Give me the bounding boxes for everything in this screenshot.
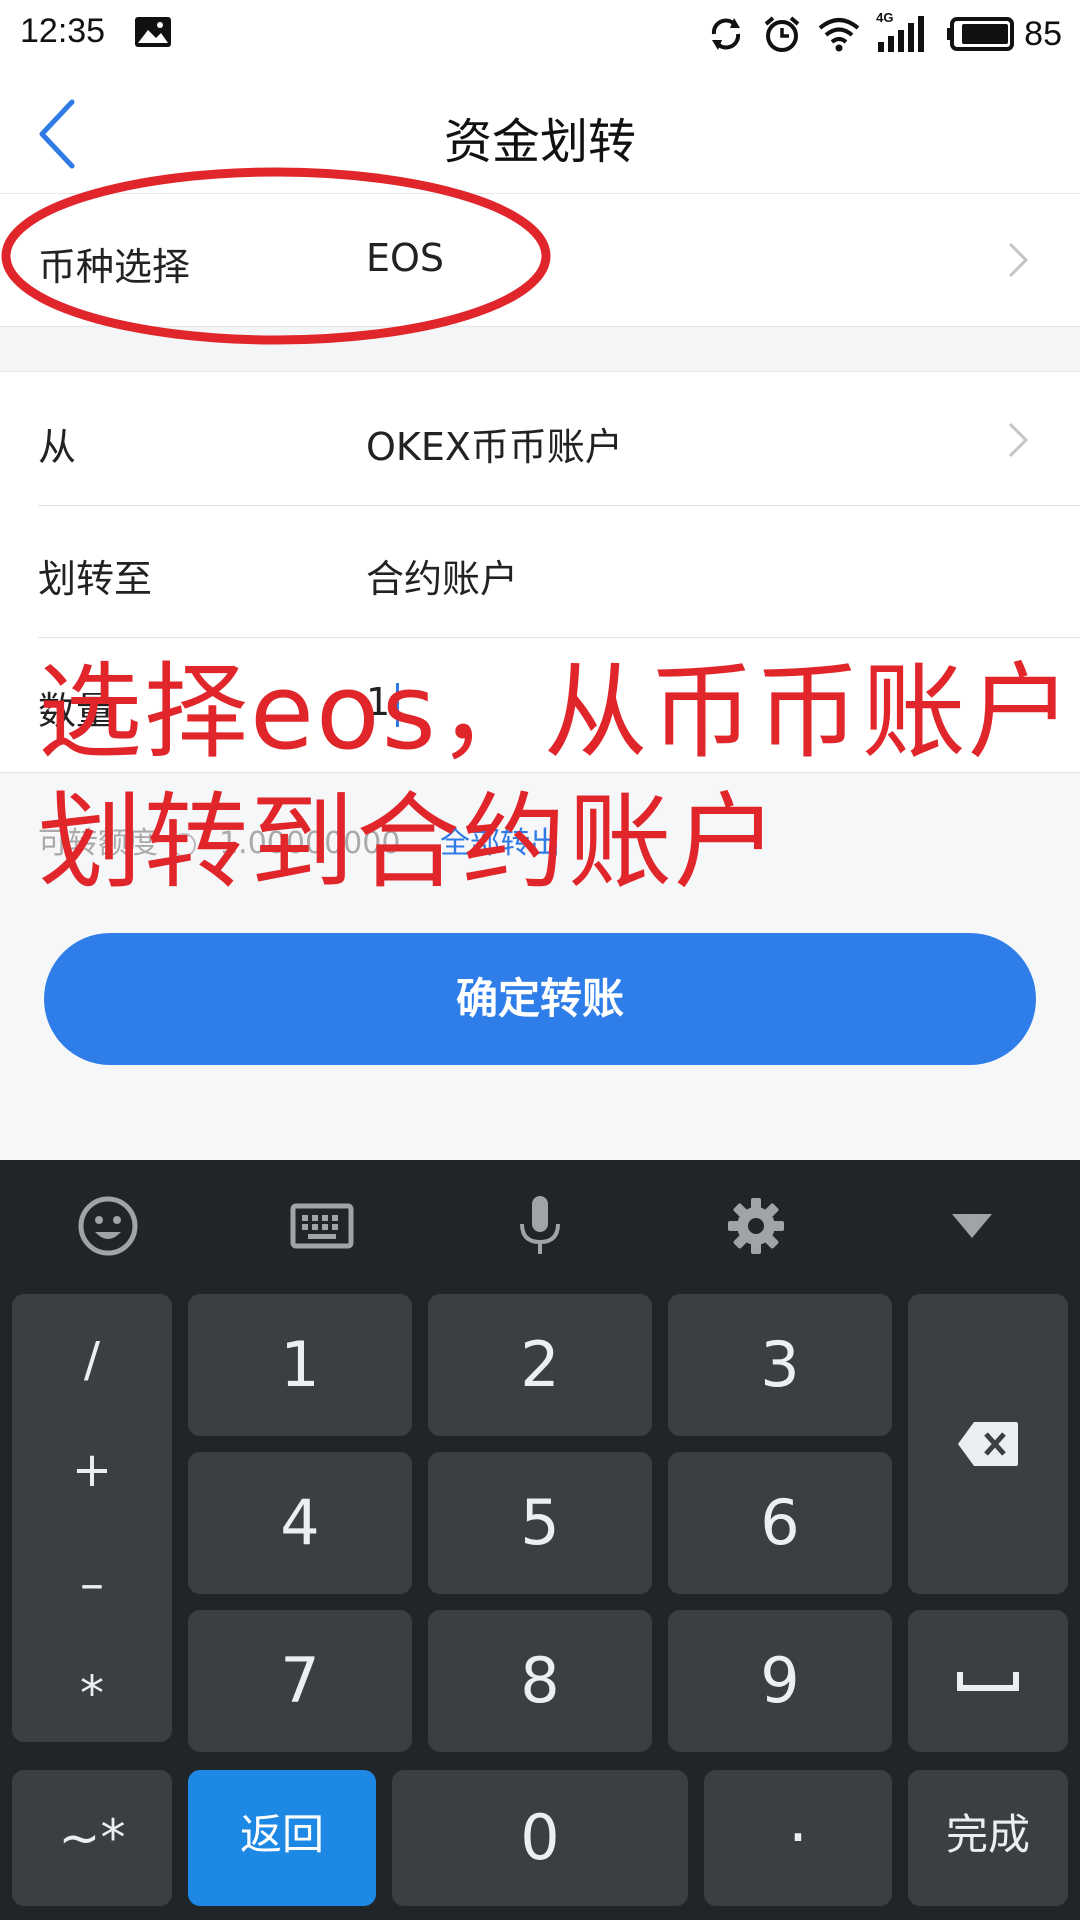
annotation-text-line1: 选择eos，从币币账户 <box>38 651 1074 773</box>
symbol-key-column[interactable]: / + – * <box>12 1294 172 1742</box>
keyboard-toolbar <box>0 1160 1080 1288</box>
confirm-transfer-button[interactable]: 确定转账 <box>44 933 1036 1065</box>
wifi-icon <box>818 18 860 52</box>
photo-icon <box>135 17 171 47</box>
space-key[interactable] <box>908 1610 1068 1752</box>
from-account-row[interactable]: 从 OKEX币币账户 <box>0 374 1080 506</box>
asterisk-key[interactable]: * <box>12 1666 172 1722</box>
annotation-circle <box>1 167 551 345</box>
status-bar: 12:35 4G 85 <box>0 0 1080 68</box>
to-account-row: 划转至 合约账户 <box>0 506 1080 638</box>
tilde-symbol-key[interactable]: ~* <box>12 1770 172 1906</box>
plus-key[interactable]: + <box>12 1442 172 1498</box>
backspace-icon <box>958 1422 1018 1466</box>
battery-icon <box>947 17 1015 51</box>
to-value: 合约账户 <box>366 557 519 601</box>
space-icon <box>957 1672 1019 1691</box>
status-icons: 4G 85 <box>706 10 1062 58</box>
collapse-icon[interactable] <box>940 1194 1004 1258</box>
mic-icon[interactable] <box>508 1194 572 1258</box>
dot-key[interactable]: · <box>704 1770 892 1906</box>
numeric-keyboard: / + – * 1 2 3 4 5 6 7 8 9 ~* 返回 0 · 完成 <box>0 1160 1080 1920</box>
key-6[interactable]: 6 <box>668 1452 892 1594</box>
key-1[interactable]: 1 <box>188 1294 412 1436</box>
annotation-text-line2: 划转到合约账户 <box>38 781 781 903</box>
key-0[interactable]: 0 <box>392 1770 688 1906</box>
from-value: OKEX币币账户 <box>366 425 623 469</box>
minus-key[interactable]: – <box>12 1556 172 1612</box>
chevron-right-icon <box>1008 422 1029 458</box>
key-7[interactable]: 7 <box>188 1610 412 1752</box>
key-8[interactable]: 8 <box>428 1610 652 1752</box>
from-label: 从 <box>38 425 77 469</box>
to-label: 划转至 <box>38 557 153 601</box>
sync-icon <box>712 18 741 50</box>
battery-level: 85 <box>1024 14 1062 53</box>
backspace-key[interactable] <box>908 1294 1068 1594</box>
slash-key[interactable]: / <box>12 1332 172 1388</box>
back-key[interactable]: 返回 <box>188 1770 376 1906</box>
status-time: 12:35 <box>20 12 106 50</box>
alarm-icon <box>764 16 800 52</box>
key-2[interactable]: 2 <box>428 1294 652 1436</box>
signal-icon: 4G <box>876 10 930 54</box>
chevron-right-icon <box>1008 242 1029 278</box>
emoji-icon[interactable] <box>76 1194 140 1258</box>
key-9[interactable]: 9 <box>668 1610 892 1752</box>
settings-icon[interactable] <box>724 1194 788 1258</box>
key-4[interactable]: 4 <box>188 1452 412 1594</box>
key-5[interactable]: 5 <box>428 1452 652 1594</box>
key-3[interactable]: 3 <box>668 1294 892 1436</box>
done-key[interactable]: 完成 <box>908 1770 1068 1906</box>
keyboard-icon[interactable] <box>290 1194 354 1258</box>
